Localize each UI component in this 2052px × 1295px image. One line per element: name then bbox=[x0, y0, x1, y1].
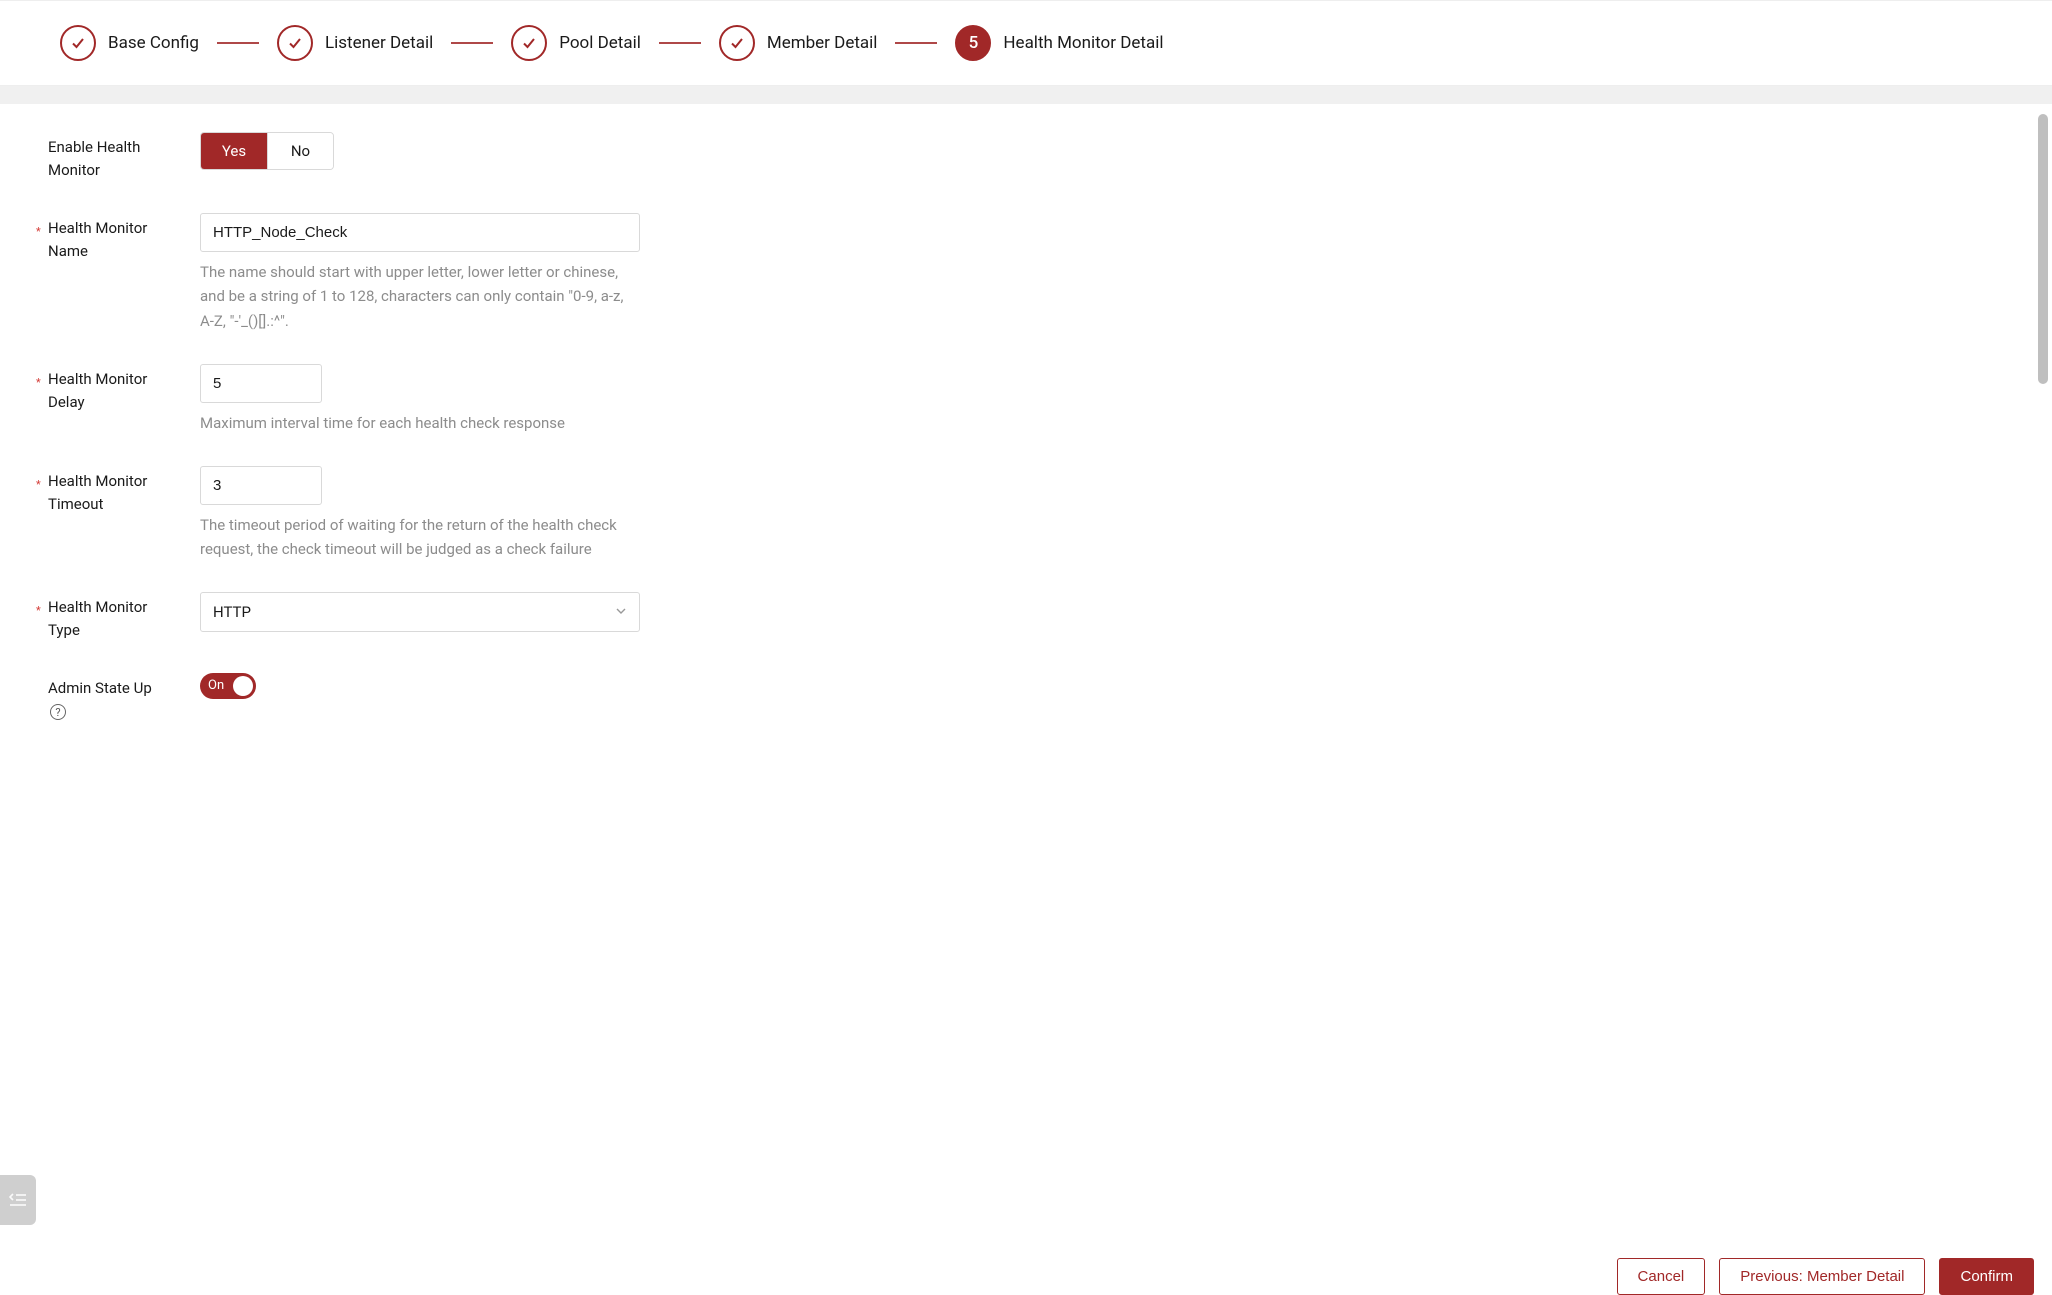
check-icon bbox=[511, 25, 547, 61]
row-health-monitor-type: * Health Monitor Type HTTP bbox=[48, 592, 740, 643]
health-monitor-name-input[interactable] bbox=[200, 213, 640, 252]
label-health-monitor-delay: Health Monitor Delay bbox=[48, 370, 147, 411]
hint-health-monitor-name: The name should start with upper letter,… bbox=[200, 260, 640, 334]
check-icon bbox=[277, 25, 313, 61]
footer-actions: Cancel Previous: Member Detail Confirm bbox=[0, 1244, 2052, 1295]
admin-state-switch[interactable]: On bbox=[200, 673, 256, 699]
step-label: Base Config bbox=[108, 33, 199, 53]
label-health-monitor-type: Health Monitor Type bbox=[48, 598, 147, 639]
scrollbar[interactable] bbox=[2038, 114, 2048, 384]
step-listener-detail[interactable]: Listener Detail bbox=[277, 25, 433, 61]
step-connector bbox=[451, 42, 493, 44]
health-monitor-type-select[interactable]: HTTP bbox=[200, 592, 640, 632]
side-drawer-toggle[interactable] bbox=[0, 1175, 36, 1225]
row-enable-health-monitor: Enable Health Monitor Yes No bbox=[48, 132, 740, 183]
hint-health-monitor-timeout: The timeout period of waiting for the re… bbox=[200, 513, 640, 563]
step-base-config[interactable]: Base Config bbox=[60, 25, 199, 61]
step-pool-detail[interactable]: Pool Detail bbox=[511, 25, 641, 61]
label-enable-health-monitor: Enable Health Monitor bbox=[48, 132, 178, 183]
step-connector bbox=[895, 42, 937, 44]
label-health-monitor-name: Health Monitor Name bbox=[48, 219, 147, 260]
step-health-monitor-detail[interactable]: 5 Health Monitor Detail bbox=[955, 25, 1163, 61]
label-health-monitor-timeout: Health Monitor Timeout bbox=[48, 472, 147, 513]
stepper: Base Config Listener Detail Pool Detail … bbox=[0, 1, 2052, 86]
previous-button[interactable]: Previous: Member Detail bbox=[1719, 1258, 1925, 1295]
required-star-icon: * bbox=[36, 223, 41, 240]
step-number-icon: 5 bbox=[955, 25, 991, 61]
select-value: HTTP bbox=[213, 603, 251, 621]
enable-toggle: Yes No bbox=[200, 132, 334, 170]
step-label: Listener Detail bbox=[325, 33, 433, 53]
list-collapse-icon bbox=[8, 1190, 28, 1210]
step-label: Pool Detail bbox=[559, 33, 641, 53]
check-icon bbox=[60, 25, 96, 61]
row-health-monitor-delay: * Health Monitor Delay Maximum interval … bbox=[48, 364, 740, 436]
check-icon bbox=[719, 25, 755, 61]
switch-label: On bbox=[208, 678, 224, 693]
chevron-down-icon bbox=[615, 605, 627, 620]
health-monitor-timeout-input[interactable] bbox=[200, 466, 322, 505]
row-health-monitor-timeout: * Health Monitor Timeout The timeout per… bbox=[48, 466, 740, 563]
health-monitor-delay-input[interactable] bbox=[200, 364, 322, 403]
required-star-icon: * bbox=[36, 374, 41, 391]
row-admin-state-up: Admin State Up ? On bbox=[48, 673, 740, 724]
required-star-icon: * bbox=[36, 602, 41, 619]
row-health-monitor-name: * Health Monitor Name The name should st… bbox=[48, 213, 740, 334]
hint-health-monitor-delay: Maximum interval time for each health ch… bbox=[200, 411, 640, 436]
cancel-button[interactable]: Cancel bbox=[1617, 1258, 1706, 1295]
step-connector bbox=[217, 42, 259, 44]
step-label: Health Monitor Detail bbox=[1003, 33, 1163, 53]
form-scroll-area[interactable]: Enable Health Monitor Yes No * Health Mo… bbox=[0, 104, 2052, 1244]
required-star-icon: * bbox=[36, 476, 41, 493]
step-member-detail[interactable]: Member Detail bbox=[719, 25, 878, 61]
confirm-button[interactable]: Confirm bbox=[1939, 1258, 2034, 1295]
switch-knob bbox=[233, 676, 253, 696]
enable-no-button[interactable]: No bbox=[267, 133, 333, 169]
step-connector bbox=[659, 42, 701, 44]
label-admin-state-up: Admin State Up bbox=[48, 679, 152, 697]
divider-strip bbox=[0, 86, 2052, 104]
help-icon[interactable]: ? bbox=[50, 704, 66, 720]
step-label: Member Detail bbox=[767, 33, 878, 53]
enable-yes-button[interactable]: Yes bbox=[201, 133, 267, 169]
